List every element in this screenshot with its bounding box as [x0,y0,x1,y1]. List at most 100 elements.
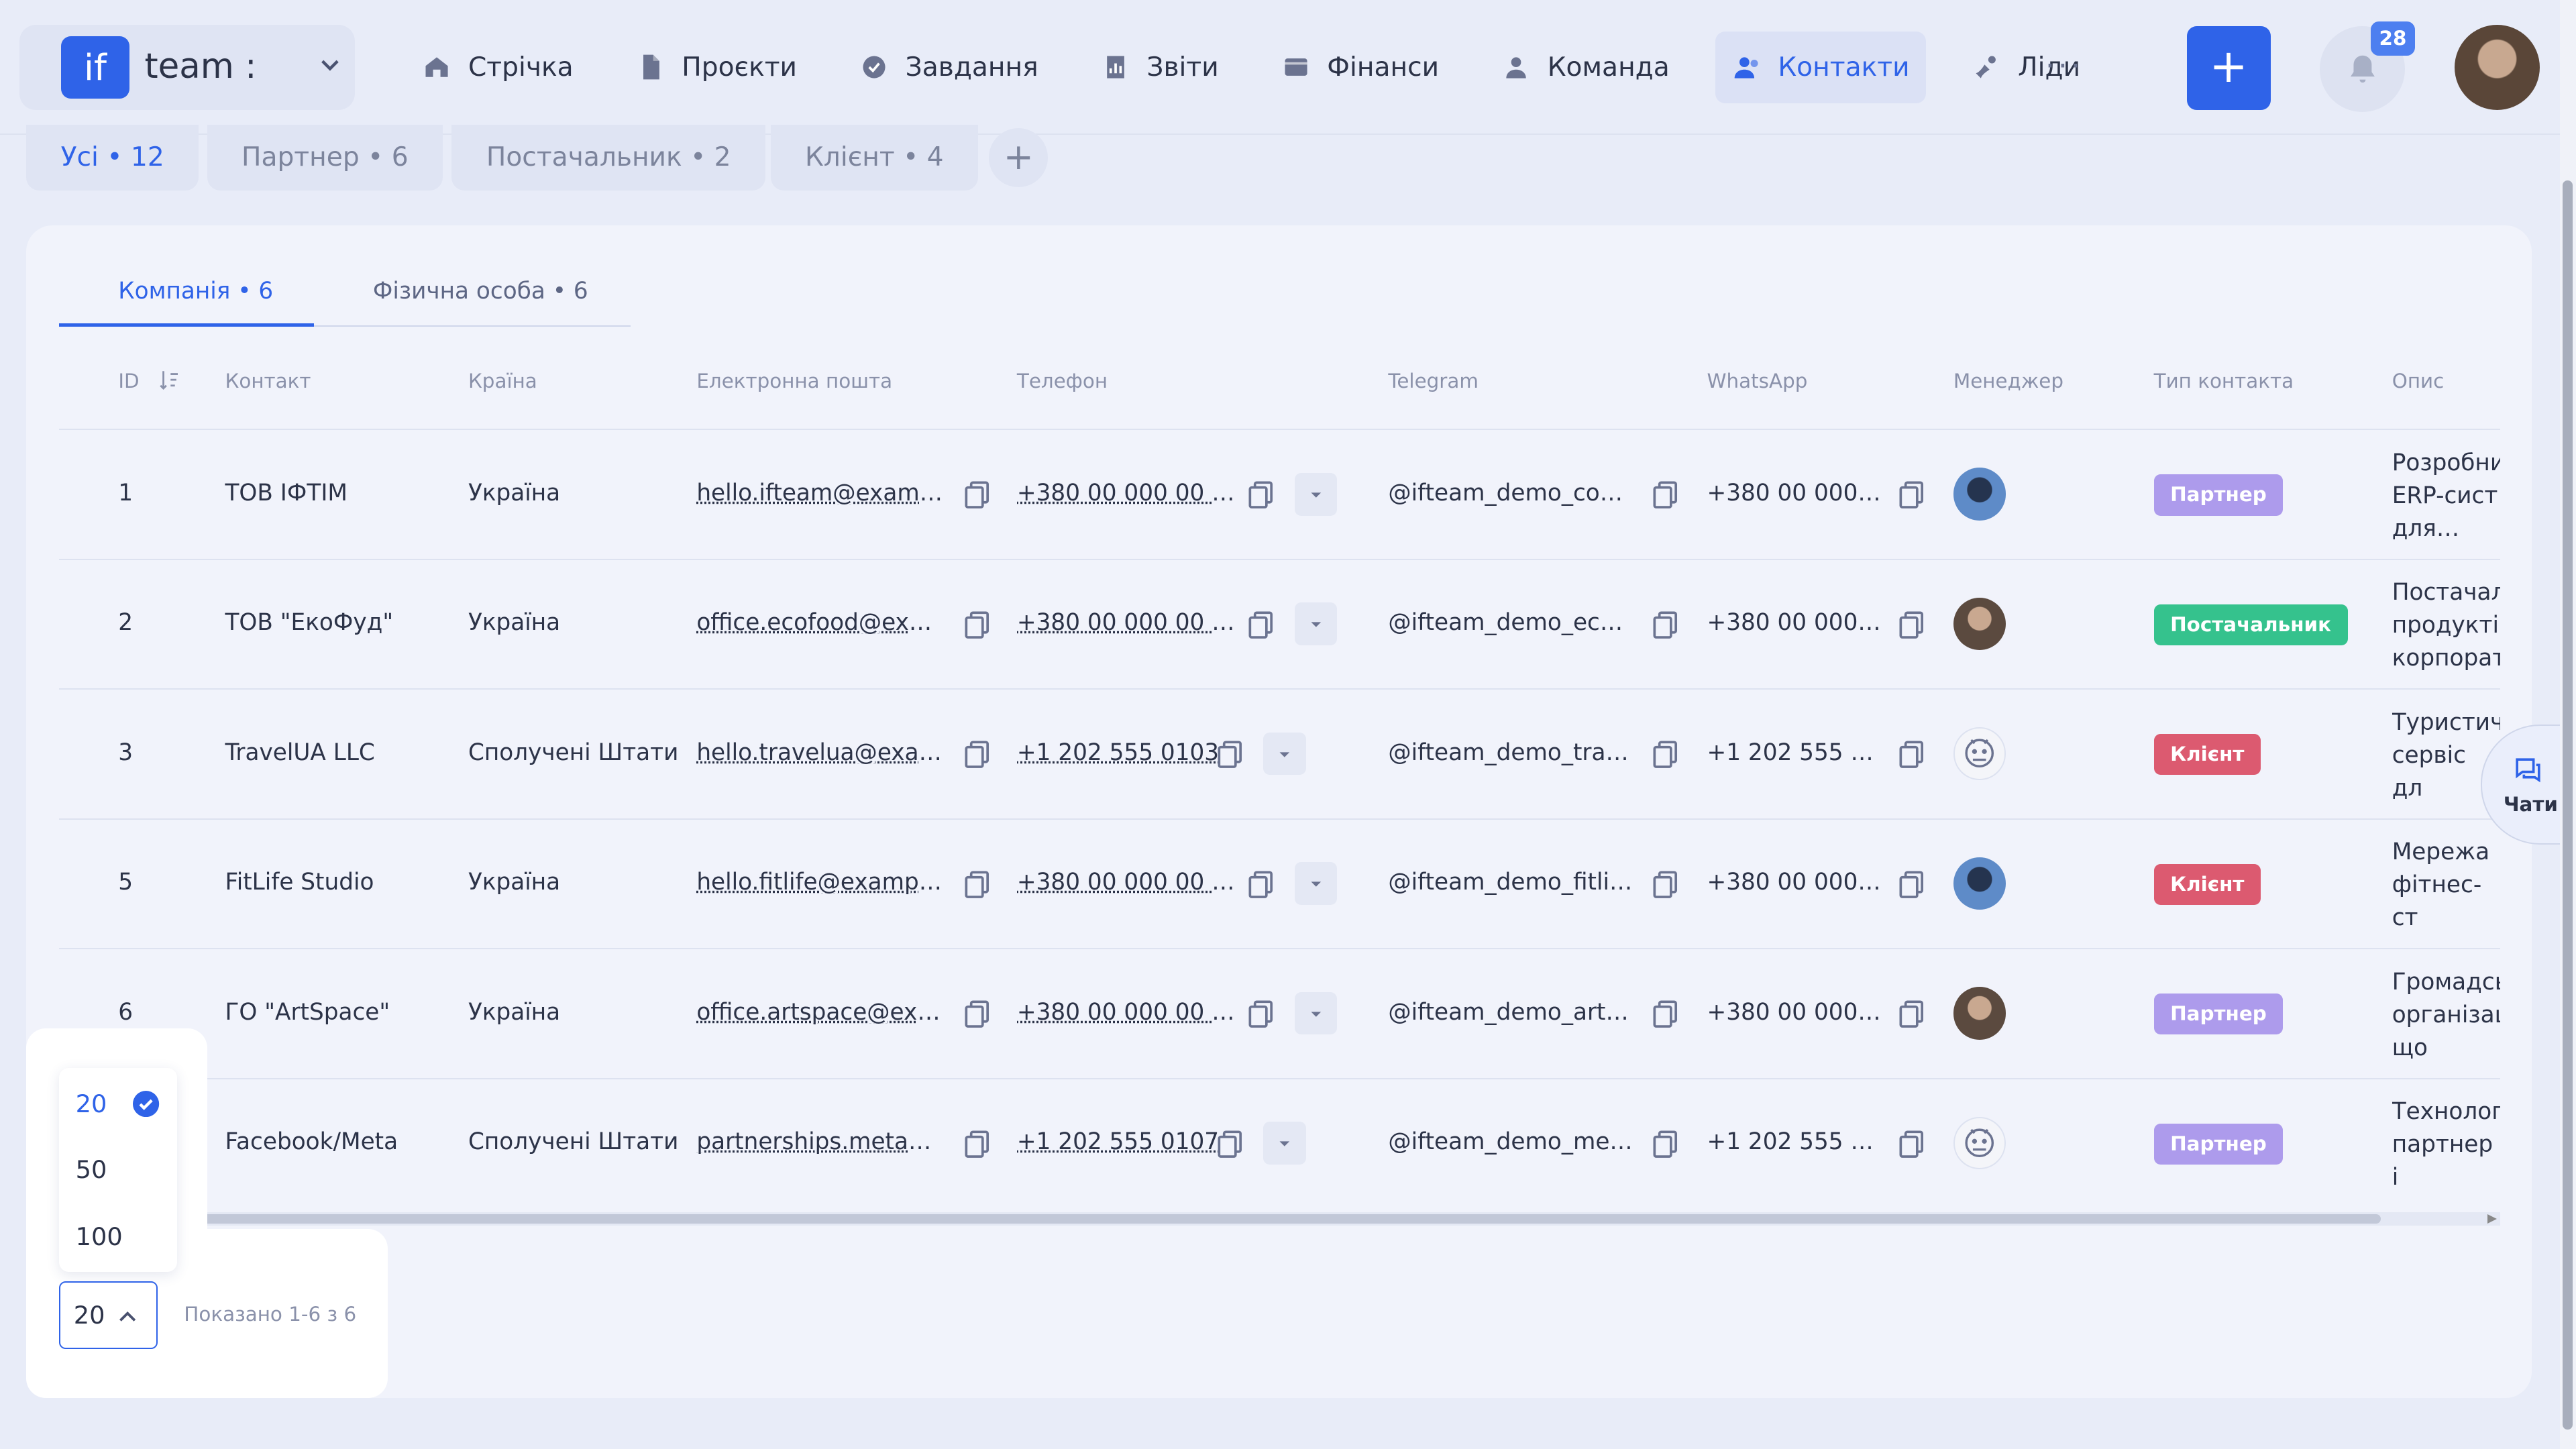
phone-dropdown-button[interactable] [1295,473,1338,516]
cell-contact[interactable]: Facebook/Meta [225,1128,455,1155]
copy-icon[interactable] [1245,867,1278,900]
nav-item-home[interactable]: Стрічка [406,32,590,104]
copy-icon[interactable] [1650,737,1682,770]
cell-email[interactable]: hello.travelua@exam… [696,739,943,766]
copy-icon[interactable] [1896,608,1929,641]
user-avatar[interactable] [2455,25,2540,110]
page-size-select[interactable]: 20 [59,1281,158,1348]
cell-telegram[interactable]: @ifteam_demo_tra… [1388,739,1634,766]
page-size-option-20[interactable]: 20 [76,1089,107,1118]
nav-item-file[interactable]: Проєкти [619,32,813,104]
filter-partner[interactable]: Партнер • 6 [207,125,443,191]
copy-icon[interactable] [961,867,994,900]
copy-icon[interactable] [1650,997,1682,1030]
cell-whatsapp[interactable]: +1 202 555 01… [1707,1128,1881,1155]
cell-whatsapp[interactable]: +380 00 000 … [1707,999,1881,1026]
manager-avatar[interactable] [1953,857,2006,910]
cell-phone[interactable]: +380 00 000 00 01 [1017,480,1240,506]
copy-icon[interactable] [1896,478,1929,511]
cell-whatsapp[interactable]: +380 00 000 … [1707,869,1881,896]
copy-icon[interactable] [1245,478,1278,511]
cell-email[interactable]: office.artspace@exa… [696,999,943,1026]
copy-icon[interactable] [1650,478,1682,511]
column-telegram[interactable]: Telegram [1388,370,1479,392]
copy-icon[interactable] [1650,608,1682,641]
cell-email[interactable]: hello.fitlife@example.… [696,869,943,896]
table-row[interactable]: 6 ГО "ArtSpace" Україна office.artspace@exa… [59,948,2500,1077]
copy-icon[interactable] [1214,737,1247,770]
cell-contact[interactable]: ТОВ ІФТІМ [225,480,455,506]
table-row[interactable]: 2 ТОВ "ЕкоФуд" Україна office.ecofood@exam…… [59,559,2500,688]
copy-icon[interactable] [961,997,994,1030]
cell-phone[interactable]: +380 00 000 00 06 [1017,999,1240,1026]
copy-icon[interactable] [1245,997,1278,1030]
tab-individual[interactable]: Фізична особа • 6 [373,278,588,305]
cell-email[interactable]: partnerships.meta@… [696,1128,943,1155]
cell-phone[interactable]: +380 00 000 00 05 [1017,869,1240,896]
cell-whatsapp[interactable]: +1 202 555 01… [1707,739,1881,766]
cell-telegram[interactable]: @ifteam_demo_co… [1388,480,1634,506]
copy-icon[interactable] [1896,1127,1929,1160]
phone-dropdown-button[interactable] [1295,862,1338,905]
column-contact-type[interactable]: Тип контакта [2154,370,2294,392]
column-description[interactable]: Опис [2392,370,2445,392]
cell-phone[interactable]: +1 202 555 0103 [1017,739,1240,766]
cell-telegram[interactable]: @ifteam_demo_me… [1388,1128,1634,1155]
cell-phone[interactable]: +1 202 555 0107 [1017,1128,1240,1155]
column-phone[interactable]: Телефон [1017,370,1108,392]
cell-contact[interactable]: ГО "ArtSpace" [225,999,455,1026]
copy-icon[interactable] [1650,867,1682,900]
filter-client[interactable]: Клієнт • 4 [771,125,978,191]
vertical-scroll-thumb[interactable] [2563,180,2573,1429]
nav-item-wallet[interactable]: Фінанси [1265,32,1455,104]
copy-icon[interactable] [1896,737,1929,770]
table-row[interactable]: 3 TravelUA LLC Сполучені Штати hello.travel… [59,688,2500,818]
copy-icon[interactable] [1650,1127,1682,1160]
filter-supplier[interactable]: Постачальник • 2 [451,125,765,191]
table-row[interactable]: 7Facebook/MetaСполучені Штатиpartnership… [59,1078,2500,1208]
copy-icon[interactable] [1896,997,1929,1030]
copy-icon[interactable] [961,478,994,511]
column-country[interactable]: Країна [468,370,537,392]
cell-whatsapp[interactable]: +380 00 000 … [1707,480,1881,506]
sort-icon[interactable] [158,368,180,391]
table-row[interactable]: 5 FitLife Studio Україна hello.fitlife@exam… [59,818,2500,948]
cell-phone[interactable]: +380 00 000 00 02 [1017,609,1240,636]
nav-item-user[interactable]: Команда [1485,32,1686,104]
nav-item-check-circle[interactable]: Завдання [843,32,1055,104]
cell-telegram[interactable]: @ifteam_demo_eco… [1388,609,1634,636]
manager-avatar[interactable] [1953,987,2006,1039]
table-row[interactable]: 1 ТОВ ІФТІМ Україна hello.ifteam@exampl… +38… [59,429,2500,558]
copy-icon[interactable] [961,1127,994,1160]
more-menu-button[interactable]: ··· [2045,49,2084,83]
manager-avatar[interactable] [1953,468,2006,520]
cell-telegram[interactable]: @ifteam_demo_fitli… [1388,869,1634,896]
cell-email[interactable]: hello.ifteam@exampl… [696,480,943,506]
add-filter-button[interactable]: + [989,128,1048,187]
cell-email[interactable]: office.ecofood@exam… [696,609,943,636]
horizontal-scroll-thumb[interactable] [174,1214,2381,1224]
filter-all[interactable]: Усі • 12 [26,125,199,191]
column-email[interactable]: Електронна пошта [696,370,892,392]
phone-dropdown-button[interactable] [1295,602,1338,645]
tab-company[interactable]: Компанія • 6 [118,278,273,305]
copy-icon[interactable] [1214,1127,1247,1160]
scroll-right-arrow[interactable] [2487,1214,2497,1224]
workspace-switcher[interactable]: if team : [19,25,355,110]
cell-contact[interactable]: FitLife Studio [225,869,455,896]
add-button[interactable]: + [2187,26,2271,110]
nav-item-contacts[interactable]: Контакти [1715,32,1926,104]
copy-icon[interactable] [1245,608,1278,641]
column-manager[interactable]: Менеджер [1953,370,2063,392]
column-contact[interactable]: Контакт [225,370,311,392]
copy-icon[interactable] [961,608,994,641]
manager-avatar[interactable] [1953,598,2006,650]
phone-dropdown-button[interactable] [1295,992,1338,1035]
cell-telegram[interactable]: @ifteam_demo_art… [1388,999,1634,1026]
nav-item-chart[interactable]: Звіти [1084,32,1235,104]
phone-dropdown-button[interactable] [1263,733,1306,775]
copy-icon[interactable] [961,737,994,770]
page-size-option-100[interactable]: 100 [76,1222,123,1251]
column-id[interactable]: ID [118,370,139,392]
manager-avatar[interactable] [1953,1117,2006,1169]
